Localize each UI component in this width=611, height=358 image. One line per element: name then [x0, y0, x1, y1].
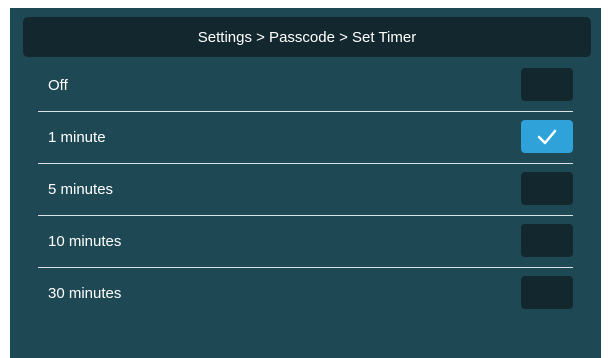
- option-10-minutes[interactable]: 10 minutes: [38, 216, 573, 268]
- option-label: 1 minute: [48, 129, 106, 146]
- option-off[interactable]: Off: [38, 60, 573, 112]
- option-5-minutes[interactable]: 5 minutes: [38, 164, 573, 216]
- check-icon: [537, 129, 557, 144]
- option-1-minute[interactable]: 1 minute: [38, 112, 573, 164]
- timer-options-list: Off 1 minute 5 minutes 10 minutes 30 min…: [38, 60, 573, 319]
- option-label: 5 minutes: [48, 181, 114, 198]
- breadcrumb-header: Settings > Passcode > Set Timer: [23, 17, 591, 57]
- option-30-minutes[interactable]: 30 minutes: [38, 268, 573, 319]
- option-10-minutes-checkbox[interactable]: [521, 224, 573, 257]
- option-label: Off: [48, 77, 68, 94]
- option-1-minute-checkbox[interactable]: [521, 120, 573, 153]
- option-label: 10 minutes: [48, 233, 122, 250]
- option-label: 30 minutes: [48, 285, 122, 302]
- breadcrumb: Settings > Passcode > Set Timer: [197, 28, 417, 46]
- option-off-checkbox[interactable]: [521, 68, 573, 101]
- option-5-minutes-checkbox[interactable]: [521, 172, 573, 205]
- timer-settings-screen: Settings > Passcode > Set Timer Off 1 mi…: [10, 8, 601, 358]
- option-30-minutes-checkbox[interactable]: [521, 276, 573, 309]
